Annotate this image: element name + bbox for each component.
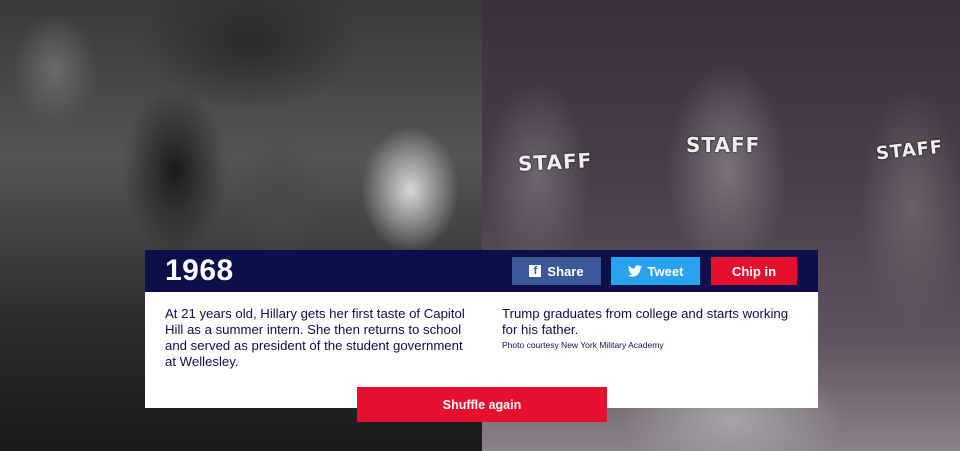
trump-column: Trump graduates from college and starts …: [502, 306, 802, 351]
year-heading: 1968: [165, 254, 234, 287]
trump-description: Trump graduates from college and starts …: [502, 306, 789, 337]
shirt-text: STAFF: [686, 133, 761, 157]
tweet-button[interactable]: Tweet: [611, 257, 700, 285]
share-label: Share: [547, 263, 584, 279]
chip-in-button[interactable]: Chip in: [711, 257, 797, 285]
card-header: 1968 f Share Tweet Chip in: [145, 250, 818, 292]
twitter-icon: [627, 265, 642, 277]
chip-in-label: Chip in: [731, 263, 777, 279]
timeline-card: 1968 f Share Tweet Chip in At 21 years o…: [145, 250, 818, 408]
facebook-icon: f: [529, 265, 542, 277]
hillary-description: At 21 years old, Hillary gets her first …: [165, 306, 465, 369]
tweet-label: Tweet: [647, 263, 684, 279]
shuffle-again-button[interactable]: Shuffle again: [357, 387, 607, 422]
share-button[interactable]: f Share: [512, 257, 601, 285]
photo-credit: Photo courtesy New York Military Academy: [502, 340, 664, 350]
shirt-text: STAFF: [517, 148, 593, 176]
